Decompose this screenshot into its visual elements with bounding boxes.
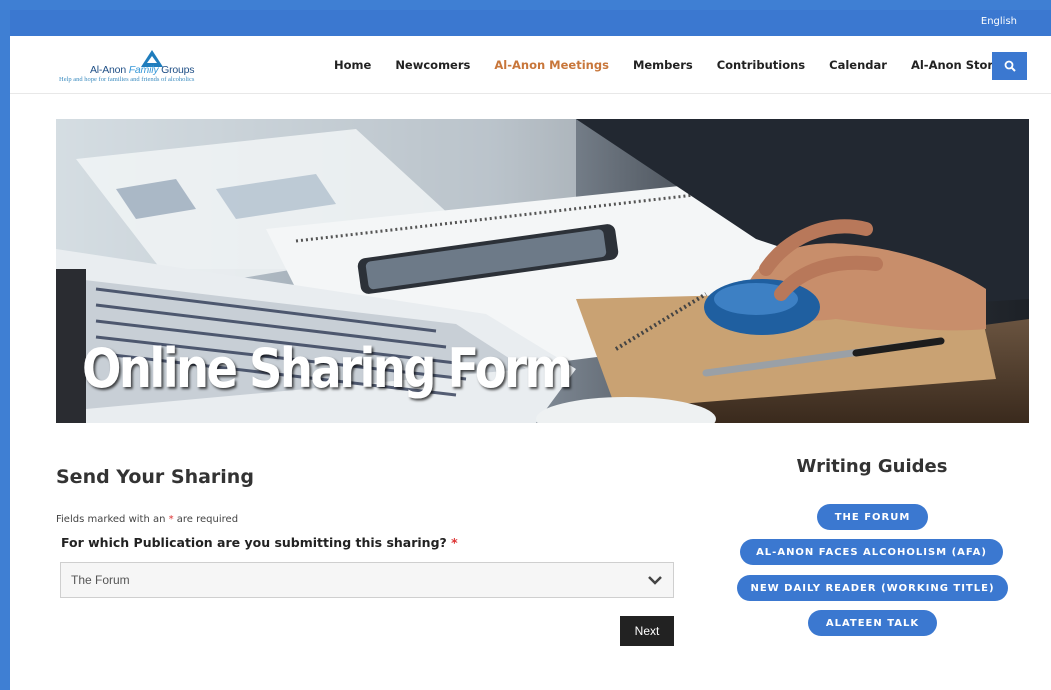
logo-tagline: Help and hope for families and friends o…	[59, 76, 195, 83]
language-link[interactable]: English	[981, 16, 1017, 27]
guide-the-forum-button[interactable]: THE FORUM	[817, 504, 928, 530]
site-header: Al-Anon Family Groups Help and hope for …	[10, 36, 1051, 94]
chevron-down-icon	[648, 576, 662, 585]
nav-item-contributions[interactable]: Contributions	[717, 58, 805, 72]
nav-item-home[interactable]: Home	[334, 58, 371, 72]
guide-alateen-talk-button[interactable]: ALATEEN TALK	[808, 610, 937, 636]
next-button[interactable]: Next	[620, 616, 674, 646]
form-title: Send Your Sharing	[56, 466, 254, 488]
required-star: *	[451, 535, 458, 550]
search-icon	[1004, 60, 1016, 72]
publication-question-label: For which Publication are you submitting…	[61, 535, 458, 550]
site-logo[interactable]: Al-Anon Family Groups Help and hope for …	[58, 50, 248, 84]
hero-banner: Online Sharing Form	[56, 119, 1029, 423]
required-note: Fields marked with an * are required	[56, 514, 239, 525]
hero-title: Online Sharing Form	[82, 337, 573, 400]
page-frame: English Al-Anon Family Groups Help and h…	[10, 10, 1051, 690]
top-bar: English	[10, 10, 1051, 36]
nav-item-members[interactable]: Members	[633, 58, 693, 72]
guide-new-daily-reader-button[interactable]: NEW DAILY READER (WORKING TITLE)	[737, 575, 1008, 601]
nav-item-newcomers[interactable]: Newcomers	[395, 58, 470, 72]
nav-item-al-anon-meetings[interactable]: Al-Anon Meetings	[494, 58, 609, 72]
logo-name: Al-Anon Family Groups	[90, 64, 195, 76]
main-nav: Home Newcomers Al-Anon Meetings Members …	[334, 58, 1001, 72]
publication-select[interactable]: The Forum	[60, 562, 674, 598]
publication-select-value: The Forum	[71, 573, 130, 587]
nav-item-calendar[interactable]: Calendar	[829, 58, 887, 72]
writing-guides-title: Writing Guides	[796, 456, 948, 477]
guide-afa-button[interactable]: AL-ANON FACES ALCOHOLISM (AFA)	[740, 539, 1003, 565]
search-button[interactable]	[992, 52, 1027, 80]
nav-item-al-anon-store[interactable]: Al-Anon Store	[911, 58, 1001, 72]
